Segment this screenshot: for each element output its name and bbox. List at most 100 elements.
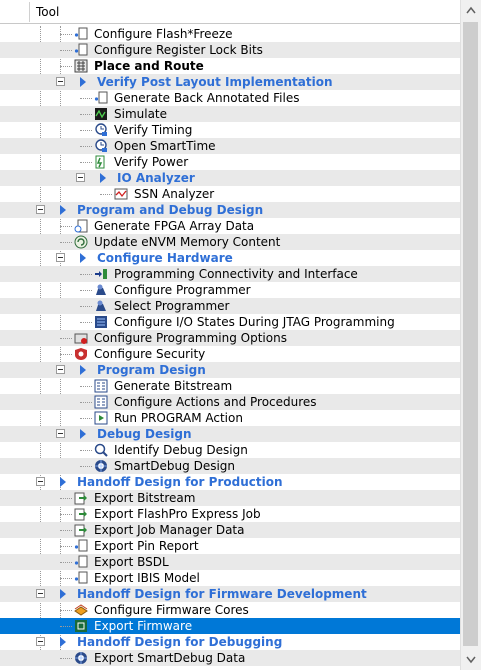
collapse-toggle-icon[interactable] <box>36 205 45 214</box>
run-action-icon <box>94 411 108 425</box>
tree-connector <box>60 658 72 659</box>
scroll-up-arrow-icon[interactable] <box>461 2 481 19</box>
tree-item-verify-timing[interactable]: Verify Timing <box>0 122 460 138</box>
bitstream-icon <box>94 395 108 409</box>
tree-item-configure-actions-and-procedures[interactable]: Configure Actions and Procedures <box>0 394 460 410</box>
tree-folder-configure-hardware[interactable]: Configure Hardware <box>0 250 460 266</box>
tree-item-ssn-analyzer[interactable]: SSN Analyzer <box>0 186 460 202</box>
tree-folder-program-design[interactable]: Program Design <box>0 362 460 378</box>
column-header-tool[interactable]: Tool <box>36 5 59 19</box>
tree-connector <box>80 322 92 323</box>
tree-connector <box>80 306 92 307</box>
tree-item-generate-bitstream[interactable]: Generate Bitstream <box>0 378 460 394</box>
item-label: Export Firmware <box>94 619 193 633</box>
folder-arrow-icon <box>60 477 66 487</box>
tree-connector <box>100 194 112 195</box>
item-label: Generate FPGA Array Data <box>94 219 255 233</box>
tree-connector <box>60 514 72 515</box>
tree-item-export-bsdl[interactable]: Export BSDL <box>0 554 460 570</box>
tree-item-update-envm-memory-content[interactable]: Update eNVM Memory Content <box>0 234 460 250</box>
folder-label: Verify Post Layout Implementation <box>97 75 333 89</box>
collapse-toggle-icon[interactable] <box>36 637 45 646</box>
tree-item-open-smarttime[interactable]: Open SmartTime <box>0 138 460 154</box>
tree-item-configure-i-o-states-during-jtag-programming[interactable]: Configure I/O States During JTAG Program… <box>0 314 460 330</box>
tree-folder-handoff-design-for-debugging[interactable]: Handoff Design for Debugging <box>0 634 460 650</box>
tree-item-verify-power[interactable]: Verify Power <box>0 154 460 170</box>
timing-icon <box>95 123 107 136</box>
collapse-toggle-icon[interactable] <box>76 173 85 182</box>
tree-item-programming-connectivity-and-interface[interactable]: Programming Connectivity and Interface <box>0 266 460 282</box>
ssn-analyzer-icon <box>114 188 128 200</box>
document-tool-icon <box>74 571 88 584</box>
tree-folder-verify-post-layout-implementation[interactable]: Verify Post Layout Implementation <box>0 74 460 90</box>
tree-item-export-firmware[interactable]: Export Firmware <box>0 618 460 634</box>
tree-item-export-bitstream[interactable]: Export Bitstream <box>0 490 460 506</box>
vertical-scrollbar[interactable] <box>460 0 481 670</box>
tree-folder-handoff-design-for-production[interactable]: Handoff Design for Production <box>0 474 460 490</box>
security-icon <box>75 348 87 360</box>
document-tool-icon <box>74 555 88 568</box>
collapse-toggle-icon[interactable] <box>56 365 65 374</box>
item-label: Generate Back Annotated Files <box>114 91 300 105</box>
scroll-down-arrow-icon[interactable] <box>461 651 481 668</box>
tree-item-place-and-route[interactable]: Place and Route <box>0 58 460 74</box>
collapse-toggle-icon[interactable] <box>56 77 65 86</box>
tree-item-export-ibis-model[interactable]: Export IBIS Model <box>0 570 460 586</box>
tree-item-export-pin-report[interactable]: Export Pin Report <box>0 538 460 554</box>
tree-connector <box>80 450 92 451</box>
collapse-toggle-icon[interactable] <box>36 477 45 486</box>
item-label: Configure Firmware Cores <box>94 603 249 617</box>
item-label: Configure Register Lock Bits <box>94 43 263 57</box>
tree-item-configure-register-lock-bits[interactable]: Configure Register Lock Bits <box>0 42 460 58</box>
tree-item-generate-fpga-array-data[interactable]: Generate FPGA Array Data <box>0 218 460 234</box>
item-label: Configure Security <box>94 347 206 361</box>
folder-arrow-icon <box>60 205 66 215</box>
tree-item-simulate[interactable]: Simulate <box>0 106 460 122</box>
tree-item-run-program-action[interactable]: Run PROGRAM Action <box>0 410 460 426</box>
folder-arrow-icon <box>80 77 86 87</box>
tree-item-configure-programming-options[interactable]: Configure Programming Options <box>0 330 460 346</box>
folder-label: Handoff Design for Firmware Development <box>77 587 367 601</box>
collapse-toggle-icon[interactable] <box>36 589 45 598</box>
tree-folder-debug-design[interactable]: Debug Design <box>0 426 460 442</box>
tree-item-export-flashpro-express-job[interactable]: Export FlashPro Express Job <box>0 506 460 522</box>
item-label: SmartDebug Design <box>114 459 236 473</box>
document-tool-icon <box>94 91 108 104</box>
item-label: Export FlashPro Express Job <box>94 507 261 521</box>
tree-item-configure-flash-freeze[interactable]: Configure Flash*Freeze <box>0 26 460 42</box>
tree-folder-handoff-design-for-firmware-development[interactable]: Handoff Design for Firmware Development <box>0 586 460 602</box>
item-label: Configure Programming Options <box>94 331 287 345</box>
tree-item-generate-back-annotated-files[interactable]: Generate Back Annotated Files <box>0 90 460 106</box>
tree-item-smartdebug-design[interactable]: SmartDebug Design <box>0 458 460 474</box>
tree-connector <box>80 162 92 163</box>
item-label: Configure I/O States During JTAG Program… <box>114 315 395 329</box>
memory-icon <box>74 235 88 249</box>
tree-item-configure-firmware-cores[interactable]: Configure Firmware Cores <box>0 602 460 618</box>
tree-item-export-job-manager-data[interactable]: Export Job Manager Data <box>0 522 460 538</box>
tree-connector <box>60 242 72 243</box>
tree-folder-program-and-debug-design[interactable]: Program and Debug Design <box>0 202 460 218</box>
folder-arrow-icon <box>60 637 66 647</box>
folder-label: Debug Design <box>97 427 192 441</box>
tree-item-export-smartdebug-data[interactable]: Export SmartDebug Data <box>0 650 460 666</box>
tree-folder-io-analyzer[interactable]: IO Analyzer <box>0 170 460 186</box>
collapse-toggle-icon[interactable] <box>56 429 65 438</box>
scrollbar-thumb[interactable] <box>463 22 478 646</box>
folder-label: Program and Debug Design <box>77 203 264 217</box>
generate-data-icon <box>74 219 88 233</box>
tree-item-configure-security[interactable]: Configure Security <box>0 346 460 362</box>
folder-label: Program Design <box>97 363 206 377</box>
tree-item-configure-programmer[interactable]: Configure Programmer <box>0 282 460 298</box>
place-route-icon <box>74 59 88 73</box>
tree-connector <box>60 66 72 67</box>
collapse-toggle-icon[interactable] <box>56 253 65 262</box>
tool-tree[interactable]: Configure Flash*Freeze Configure Register… <box>0 24 460 670</box>
tree-item-select-programmer[interactable]: Select Programmer <box>0 298 460 314</box>
tree-item-identify-debug-design[interactable]: Identify Debug Design <box>0 442 460 458</box>
tree-connector <box>80 114 92 115</box>
item-label: Place and Route <box>94 59 204 73</box>
tree-connector <box>80 290 92 291</box>
options-icon <box>74 333 88 344</box>
item-label: Export Job Manager Data <box>94 523 245 537</box>
tree-connector <box>60 226 72 227</box>
